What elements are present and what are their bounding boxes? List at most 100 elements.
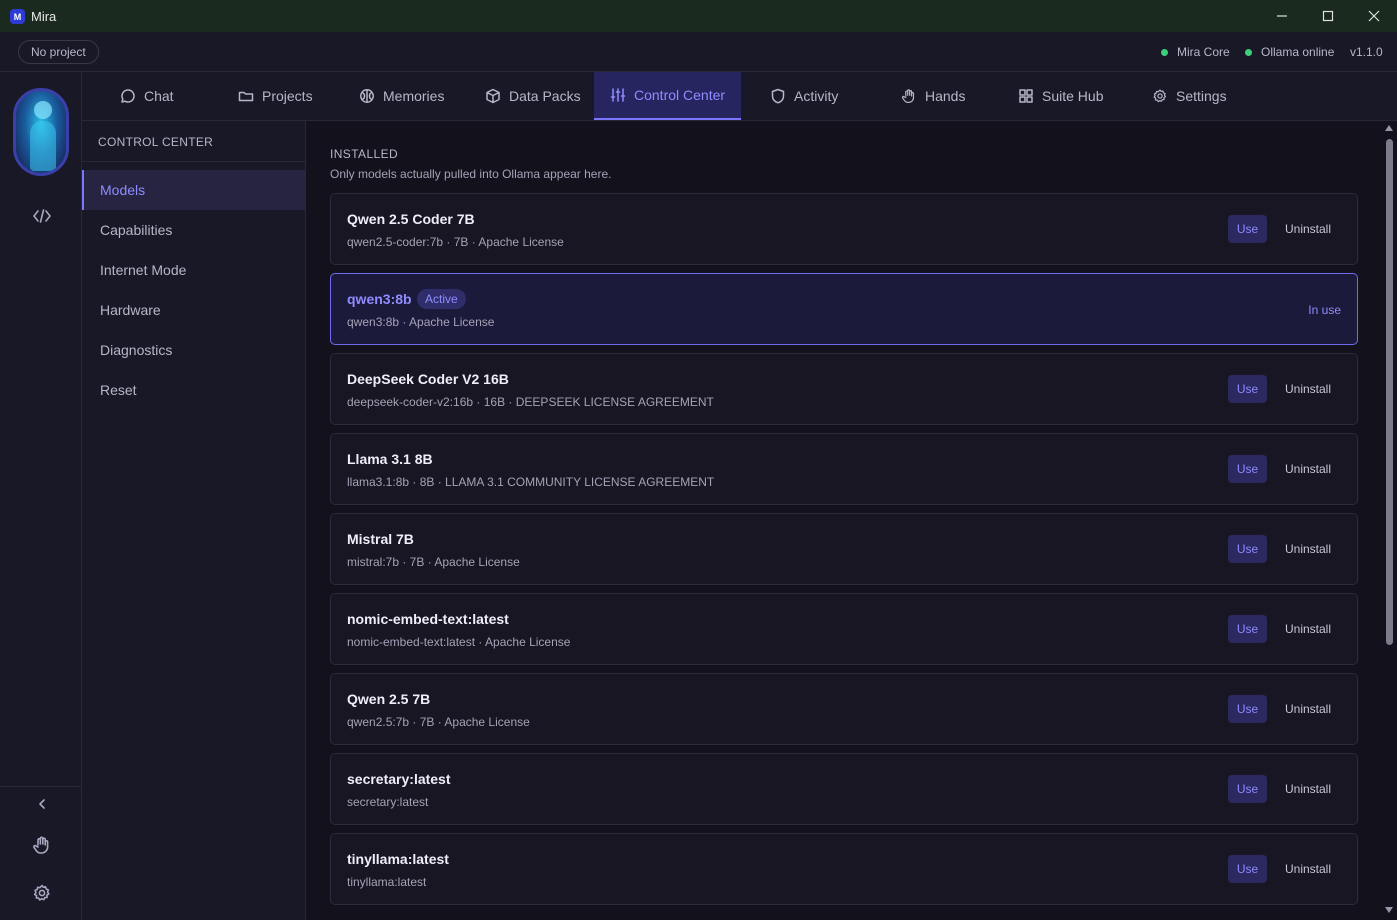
rail-divider <box>0 786 81 787</box>
app-logo-icon: M <box>10 9 25 24</box>
tab-activity[interactable]: Activity <box>741 72 867 120</box>
gear-icon[interactable] <box>29 880 55 906</box>
folder-icon <box>238 91 254 102</box>
sidebar-item-models[interactable]: Models <box>82 170 305 210</box>
model-card: nomic-embed-text:latest nomic-embed-text… <box>330 593 1358 665</box>
sidebar-item-hardware[interactable]: Hardware <box>82 290 305 330</box>
model-name: Llama 3.1 8B <box>347 451 433 467</box>
vertical-scrollbar[interactable] <box>1382 121 1397 920</box>
sidebar-divider <box>82 161 305 162</box>
sidebar-item-reset[interactable]: Reset <box>82 370 305 410</box>
use-button[interactable]: Use <box>1228 855 1267 883</box>
tab-label: Suite Hub <box>1042 88 1104 104</box>
code-icon[interactable] <box>29 203 55 229</box>
chevron-left-icon[interactable] <box>29 791 55 817</box>
tab-label: Hands <box>925 88 966 104</box>
model-card: Llama 3.1 8B llama3.1:8b · 8B · LLAMA 3.… <box>330 433 1358 505</box>
use-button[interactable]: Use <box>1228 615 1267 643</box>
model-card: Qwen 2.5 7B qwen2.5:7b · 7B · Apache Lic… <box>330 673 1358 745</box>
model-meta: tinyllama:latest <box>347 875 427 889</box>
models-panel: INSTALLED Only models actually pulled in… <box>306 121 1382 920</box>
model-meta: deepseek-coder-v2:16b · 16B · DEEPSEEK L… <box>347 395 714 409</box>
tab-projects[interactable]: Projects <box>226 72 344 120</box>
section-title: INSTALLED <box>330 147 399 161</box>
ollama-status-label: Ollama online <box>1261 45 1335 59</box>
model-meta: qwen2.5:7b · 7B · Apache License <box>347 715 530 729</box>
use-button[interactable]: Use <box>1228 535 1267 563</box>
use-button[interactable]: Use <box>1228 375 1267 403</box>
sidebar-item-capabilities[interactable]: Capabilities <box>82 210 305 250</box>
grid-icon <box>1019 89 1033 103</box>
scroll-up-arrow-icon[interactable] <box>1385 125 1393 131</box>
model-card: secretary:latest secretary:latest Use Un… <box>330 753 1358 825</box>
avatar-body <box>30 121 56 171</box>
use-button[interactable]: Use <box>1228 775 1267 803</box>
uninstall-button[interactable]: Uninstall <box>1275 375 1341 403</box>
scrollbar-thumb[interactable] <box>1386 139 1393 645</box>
close-icon[interactable] <box>1351 0 1397 32</box>
uninstall-button[interactable]: Uninstall <box>1275 455 1341 483</box>
tab-memories[interactable]: Memories <box>344 72 472 120</box>
ollama-status: Ollama online <box>1245 45 1334 59</box>
uninstall-button[interactable]: Uninstall <box>1275 215 1341 243</box>
sidebar-item-internet-mode[interactable]: Internet Mode <box>82 250 305 290</box>
uninstall-button[interactable]: Uninstall <box>1275 775 1341 803</box>
model-meta: llama3.1:8b · 8B · LLAMA 3.1 COMMUNITY L… <box>347 475 715 489</box>
hand-icon <box>901 89 915 103</box>
tab-suite-hub[interactable]: Suite Hub <box>1001 72 1135 120</box>
hand-icon[interactable] <box>29 832 55 858</box>
model-name: tinyllama:latest <box>347 851 449 867</box>
status-bar: No project Mira Core Ollama online v1.1.… <box>0 32 1397 72</box>
core-status-label: Mira Core <box>1177 45 1230 59</box>
model-name: Qwen 2.5 Coder 7B <box>347 211 475 227</box>
sliders-icon <box>610 88 626 102</box>
scroll-down-arrow-icon[interactable] <box>1385 907 1393 913</box>
tab-label: Memories <box>383 88 445 104</box>
tab-data-packs[interactable]: Data Packs <box>472 72 594 120</box>
use-button[interactable]: Use <box>1228 215 1267 243</box>
avatar-head <box>34 101 52 119</box>
window-titlebar: M Mira <box>0 0 1397 32</box>
tab-hands[interactable]: Hands <box>867 72 1001 120</box>
uninstall-button[interactable]: Uninstall <box>1275 855 1341 883</box>
tab-label: Settings <box>1176 88 1227 104</box>
sidebar-title: CONTROL CENTER <box>98 135 214 149</box>
tab-label: Data Packs <box>509 88 581 104</box>
chat-bubble-icon <box>121 89 135 103</box>
maximize-icon[interactable] <box>1305 0 1351 32</box>
tab-settings[interactable]: Settings <box>1135 72 1265 120</box>
section-subtitle: Only models actually pulled into Ollama … <box>330 167 612 181</box>
model-name: nomic-embed-text:latest <box>347 611 509 627</box>
tab-label: Projects <box>262 88 313 104</box>
control-center-sidebar: CONTROL CENTER Models Capabilities Inter… <box>82 121 306 920</box>
minimize-icon[interactable] <box>1259 0 1305 32</box>
model-meta: qwen2.5-coder:7b · 7B · Apache License <box>347 235 564 249</box>
status-dot-icon <box>1161 48 1168 56</box>
model-name: qwen3:8b <box>347 291 412 307</box>
sidebar-item-diagnostics[interactable]: Diagnostics <box>82 330 305 370</box>
in-use-label: In use <box>1308 303 1341 317</box>
model-card: Qwen 2.5 Coder 7B qwen2.5-coder:7b · 7B … <box>330 193 1358 265</box>
top-nav: Chat Projects Memories Data Packs Contro… <box>82 72 1397 121</box>
model-name: Mistral 7B <box>347 531 414 547</box>
window-title: Mira <box>31 9 57 24</box>
core-status: Mira Core <box>1161 45 1230 59</box>
use-button[interactable]: Use <box>1228 455 1267 483</box>
shield-icon <box>771 88 785 104</box>
avatar[interactable] <box>13 88 69 176</box>
model-card: DeepSeek Coder V2 16B deepseek-coder-v2:… <box>330 353 1358 425</box>
model-meta: nomic-embed-text:latest · Apache License <box>347 635 571 649</box>
box-icon <box>486 88 500 104</box>
model-name: DeepSeek Coder V2 16B <box>347 371 509 387</box>
use-button[interactable]: Use <box>1228 695 1267 723</box>
model-name: secretary:latest <box>347 771 451 787</box>
version-label: v1.1.0 <box>1350 45 1383 59</box>
uninstall-button[interactable]: Uninstall <box>1275 695 1341 723</box>
uninstall-button[interactable]: Uninstall <box>1275 615 1341 643</box>
tab-label: Control Center <box>634 87 726 103</box>
uninstall-button[interactable]: Uninstall <box>1275 535 1341 563</box>
model-card: Mistral 7B mistral:7b · 7B · Apache Lice… <box>330 513 1358 585</box>
tab-chat[interactable]: Chat <box>106 72 226 120</box>
project-selector[interactable]: No project <box>18 40 99 64</box>
tab-control-center[interactable]: Control Center <box>594 72 741 120</box>
